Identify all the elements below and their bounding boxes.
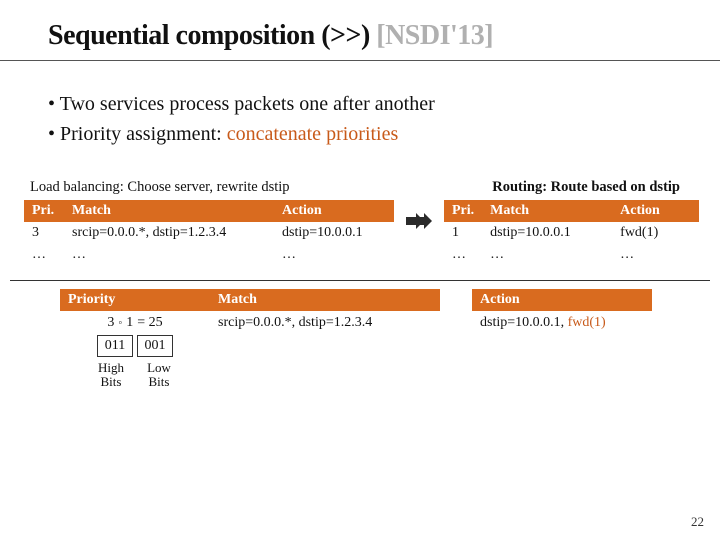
cell-match: … — [482, 244, 612, 266]
title-sub: [NSDI'13] — [376, 20, 493, 51]
action-head: Action — [472, 289, 652, 311]
combined-next: Match srcip=0.0.0.*, dstip=1.2.3.4 Actio… — [210, 289, 696, 335]
caption-left: Load balancing: Choose server, rewrite d… — [30, 179, 290, 196]
bullet-1-text: Two services process packets one after a… — [60, 93, 435, 115]
title-area: Sequential composition (>>) [NSDI'13] — [0, 0, 720, 61]
priority-head: Priority — [60, 289, 210, 311]
cell-pri: 1 — [444, 222, 482, 244]
pri-right-val: 1 — [126, 315, 133, 331]
pri-result: = 25 — [137, 315, 162, 331]
table-header-row: Pri. Match Action — [444, 200, 699, 222]
page-number: 22 — [691, 514, 704, 530]
title-main: Sequential composition (>>) — [48, 20, 370, 51]
cell-action: … — [274, 244, 394, 266]
cell-match: srcip=0.0.0.*, dstip=1.2.3.4 — [64, 222, 274, 244]
th-match: Match — [64, 200, 274, 222]
cell-pri: … — [24, 244, 64, 266]
bits-low: 001 — [137, 335, 173, 357]
table-row: 1 dstip=10.0.0.1 fwd(1) — [444, 222, 699, 244]
arrow-icon — [402, 200, 436, 230]
bullet-1: Two services process packets one after a… — [48, 89, 672, 119]
cell-match: dstip=10.0.0.1 — [482, 222, 612, 244]
bullet-2-pre: Priority assignment: — [60, 123, 227, 145]
bits-label-high: High Bits — [91, 361, 131, 390]
th-action: Action — [612, 200, 699, 222]
combined-match-col: Match srcip=0.0.0.*, dstip=1.2.3.4 — [210, 289, 440, 335]
left-table: Pri. Match Action 3 srcip=0.0.0.*, dstip… — [24, 200, 394, 266]
right-table: Pri. Match Action 1 dstip=10.0.0.1 fwd(1… — [444, 200, 699, 266]
table-header-row: Pri. Match Action — [24, 200, 394, 222]
bits-labels: High Bits Low Bits — [60, 357, 210, 390]
separator — [10, 280, 710, 281]
action-val: dstip=10.0.0.1, fwd(1) — [472, 311, 652, 335]
tables-row: Pri. Match Action 3 srcip=0.0.0.*, dstip… — [0, 200, 720, 266]
th-match: Match — [482, 200, 612, 222]
combined-row: Priority 3 ◦ 1 = 25 011 001 High Bits Lo… — [0, 289, 720, 390]
cell-action: fwd(1) — [612, 222, 699, 244]
pri-left-val: 3 — [107, 315, 114, 331]
cell-action: dstip=10.0.0.1 — [274, 222, 394, 244]
table-row: … … … — [24, 244, 394, 266]
table-row: 3 srcip=0.0.0.*, dstip=1.2.3.4 dstip=10.… — [24, 222, 394, 244]
bits-row: 011 001 — [60, 335, 210, 357]
bullet-2-hl: concatenate priorities — [227, 123, 399, 145]
bullet-list: Two services process packets one after a… — [0, 61, 720, 173]
th-pri: Pri. — [444, 200, 482, 222]
cell-match: … — [64, 244, 274, 266]
cell-pri: … — [444, 244, 482, 266]
table-captions: Load balancing: Choose server, rewrite d… — [0, 173, 720, 200]
action-val-hl: fwd(1) — [568, 315, 606, 330]
bits-label-low: Low Bits — [139, 361, 179, 390]
page-title: Sequential composition (>>) [NSDI'13] — [48, 20, 672, 52]
table-row: … … … — [444, 244, 699, 266]
match-val: srcip=0.0.0.*, dstip=1.2.3.4 — [210, 311, 440, 335]
cell-pri: 3 — [24, 222, 64, 244]
bits-high: 011 — [97, 335, 133, 357]
cell-action: … — [612, 244, 699, 266]
match-head: Match — [210, 289, 440, 311]
bullet-2: Priority assignment: concatenate priorit… — [48, 119, 672, 149]
priority-concat-row: 3 ◦ 1 = 25 — [60, 311, 210, 335]
priority-box: Priority 3 ◦ 1 = 25 011 001 High Bits Lo… — [60, 289, 210, 390]
action-val-pre: dstip=10.0.0.1, — [480, 315, 568, 330]
caption-right: Routing: Route based on dstip — [492, 179, 680, 196]
combined-action-col: Action dstip=10.0.0.1, fwd(1) — [472, 289, 652, 335]
slide: Sequential composition (>>) [NSDI'13] Tw… — [0, 0, 720, 540]
th-pri: Pri. — [24, 200, 64, 222]
concat-symbol: ◦ — [118, 317, 122, 329]
th-action: Action — [274, 200, 394, 222]
